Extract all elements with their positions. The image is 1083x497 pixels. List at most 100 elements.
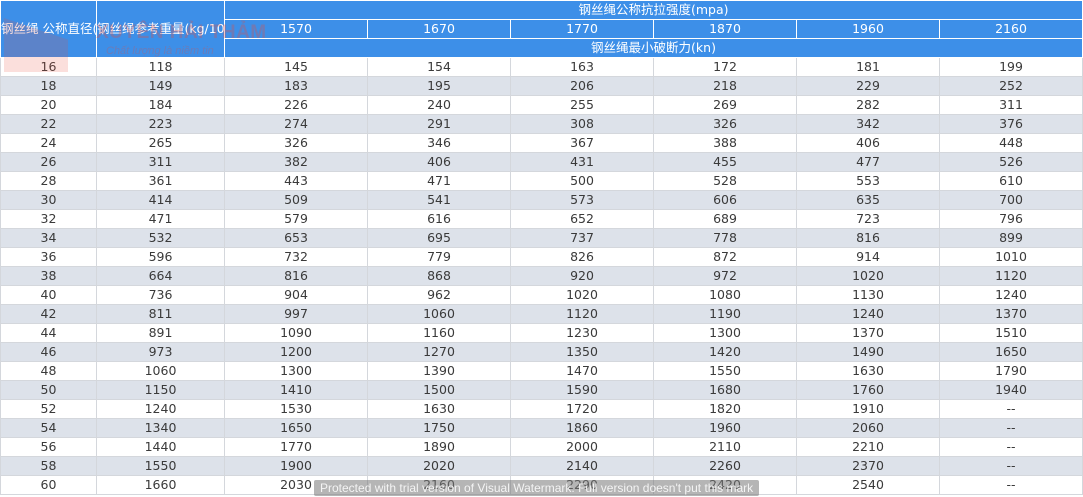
force-cell: 700: [939, 190, 1083, 210]
force-cell: 816: [224, 266, 368, 286]
table-row: 16 118 145 154 163 172 181 199: [0, 57, 1083, 77]
force-cell: --: [939, 399, 1083, 419]
force-cell: 541: [367, 190, 511, 210]
weight-cell: 149: [96, 76, 225, 96]
force-cell: 1500: [367, 380, 511, 400]
force-cell: 723: [796, 209, 940, 229]
force-cell: 406: [796, 133, 940, 153]
force-cell: 1860: [510, 418, 654, 438]
force-cell: 2210: [796, 437, 940, 457]
diameter-cell: 60: [0, 475, 97, 495]
weight-cell: 1440: [96, 437, 225, 457]
force-cell: 1010: [939, 247, 1083, 267]
force-cell: 500: [510, 171, 654, 191]
force-cell: 195: [367, 76, 511, 96]
diameter-cell: 20: [0, 95, 97, 115]
force-cell: 1370: [939, 304, 1083, 324]
table-row: 20 184 226 240 255 269 282 311: [0, 95, 1083, 115]
diameter-cell: 42: [0, 304, 97, 324]
force-cell: 1960: [653, 418, 797, 438]
strength-header: 钢丝绳公称抗拉强度(mpa): [224, 0, 1083, 20]
force-cell: 282: [796, 95, 940, 115]
weight-cell: 1660: [96, 475, 225, 495]
force-cell: 1190: [653, 304, 797, 324]
force-cell: 1650: [224, 418, 368, 438]
weight-cell: 361: [96, 171, 225, 191]
table-row: 26 311 382 406 431 455 477 526: [0, 152, 1083, 172]
weight-cell: 736: [96, 285, 225, 305]
force-cell: 579: [224, 209, 368, 229]
force-cell: 1020: [510, 285, 654, 305]
table-row: 32 471 579 616 652 689 723 796: [0, 209, 1083, 229]
force-cell: 528: [653, 171, 797, 191]
force-cell: 635: [796, 190, 940, 210]
weight-cell: 1340: [96, 418, 225, 438]
weight-cell: 1150: [96, 380, 225, 400]
force-cell: 346: [367, 133, 511, 153]
force-cell: 2260: [653, 456, 797, 476]
trial-watermark-notice: Protected with trial version of Visual W…: [314, 480, 760, 496]
force-cell: 526: [939, 152, 1083, 172]
force-cell: 1910: [796, 399, 940, 419]
weight-cell: 265: [96, 133, 225, 153]
force-cell: 1350: [510, 342, 654, 362]
force-cell: 1720: [510, 399, 654, 419]
weight-cell: 1060: [96, 361, 225, 381]
force-cell: 816: [796, 228, 940, 248]
force-cell: 229: [796, 76, 940, 96]
table-row: 50 1150 1410 1500 1590 1680 1760 1940: [0, 380, 1083, 400]
force-cell: 610: [939, 171, 1083, 191]
diameter-cell: 34: [0, 228, 97, 248]
force-cell: 1300: [224, 361, 368, 381]
watermark-tagline: Chất lượng là niềm tin: [106, 45, 214, 57]
force-cell: 269: [653, 95, 797, 115]
diameter-cell: 58: [0, 456, 97, 476]
weight-cell: 973: [96, 342, 225, 362]
force-cell: 1160: [367, 323, 511, 343]
diameter-cell: 54: [0, 418, 97, 438]
force-cell: 997: [224, 304, 368, 324]
force-cell: 240: [367, 95, 511, 115]
diameter-cell: 52: [0, 399, 97, 419]
force-cell: 1270: [367, 342, 511, 362]
diameter-cell: 36: [0, 247, 97, 267]
force-cell: 606: [653, 190, 797, 210]
weight-cell: 223: [96, 114, 225, 134]
force-cell: --: [939, 437, 1083, 457]
diameter-cell: 26: [0, 152, 97, 172]
diameter-cell: 44: [0, 323, 97, 343]
force-cell: 1750: [367, 418, 511, 438]
force-cell: 1630: [796, 361, 940, 381]
force-cell: 1230: [510, 323, 654, 343]
diameter-cell: 38: [0, 266, 97, 286]
force-cell: 1510: [939, 323, 1083, 343]
grade-header: 1870: [653, 19, 797, 39]
weight-cell: 118: [96, 57, 225, 77]
force-cell: 218: [653, 76, 797, 96]
force-cell: 342: [796, 114, 940, 134]
force-cell: --: [939, 456, 1083, 476]
force-cell: 2020: [367, 456, 511, 476]
force-cell: 1940: [939, 380, 1083, 400]
table-row: 48 1060 1300 1390 1470 1550 1630 1790: [0, 361, 1083, 381]
weight-cell: 414: [96, 190, 225, 210]
force-cell: 778: [653, 228, 797, 248]
force-cell: 1200: [224, 342, 368, 362]
force-cell: 1020: [796, 266, 940, 286]
force-cell: --: [939, 418, 1083, 438]
table-row: 22 223 274 291 308 326 342 376: [0, 114, 1083, 134]
force-cell: 904: [224, 285, 368, 305]
force-cell: 1530: [224, 399, 368, 419]
force-cell: 1120: [510, 304, 654, 324]
force-cell: 1770: [224, 437, 368, 457]
force-cell: 920: [510, 266, 654, 286]
force-cell: 1240: [796, 304, 940, 324]
force-cell: 406: [367, 152, 511, 172]
force-cell: 1420: [653, 342, 797, 362]
force-cell: 1370: [796, 323, 940, 343]
force-cell: 1550: [653, 361, 797, 381]
table-row: 52 1240 1530 1630 1720 1820 1910 --: [0, 399, 1083, 419]
force-cell: 689: [653, 209, 797, 229]
force-cell: 2000: [510, 437, 654, 457]
table-row: 34 532 653 695 737 778 816 899: [0, 228, 1083, 248]
